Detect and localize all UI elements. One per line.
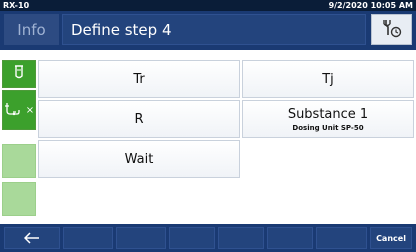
reactor-vessel-icon [12, 64, 26, 84]
close-icon[interactable]: × [26, 105, 34, 116]
footer-slot-1[interactable] [63, 227, 113, 249]
tile-label: Substance 1 [287, 106, 369, 122]
footer-bar: Cancel [0, 224, 416, 252]
sidebar-item-empty-1[interactable] [2, 144, 36, 178]
tile-tr[interactable]: Tr [38, 60, 240, 98]
sidebar-item-empty-2[interactable] [2, 182, 36, 216]
tile-label: Wait [124, 151, 154, 167]
sidebar-item-dosing[interactable]: × [2, 90, 36, 130]
tile-wait[interactable]: Wait [38, 140, 240, 178]
footer-slot-4[interactable] [218, 227, 264, 249]
tile-r[interactable]: R [38, 100, 240, 138]
footer-slot-6[interactable] [316, 227, 367, 249]
device-name: RX-10 [3, 1, 30, 10]
arrow-left-icon [23, 229, 40, 248]
tile-label: Tr [133, 71, 145, 87]
back-button[interactable] [4, 227, 60, 249]
info-button[interactable]: Info [4, 14, 59, 45]
datetime: 9/2/2020 10:05 AM [328, 1, 413, 10]
header: Info Define step 4 [0, 11, 416, 50]
tile-tj[interactable]: Tj [242, 60, 414, 98]
tile-sublabel: Dosing Unit SP-50 [292, 123, 364, 132]
settings-button[interactable] [371, 14, 412, 45]
dosing-funnel-icon [4, 101, 22, 120]
sidebar: × [0, 50, 38, 224]
tile-substance[interactable]: Substance 1 Dosing Unit SP-50 [242, 100, 414, 138]
wrench-clock-icon [381, 17, 403, 43]
page-title: Define step 4 [62, 14, 366, 45]
footer-slot-5[interactable] [267, 227, 313, 249]
status-bar: RX-10 9/2/2020 10:05 AM [0, 0, 416, 11]
cancel-button[interactable]: Cancel [370, 227, 412, 249]
page-title-text: Define step 4 [71, 20, 172, 39]
sidebar-item-reactor[interactable] [2, 60, 36, 88]
tile-label: R [134, 111, 144, 127]
footer-slot-3[interactable] [169, 227, 215, 249]
footer-slot-2[interactable] [116, 227, 166, 249]
tile-label: Tj [322, 71, 334, 87]
